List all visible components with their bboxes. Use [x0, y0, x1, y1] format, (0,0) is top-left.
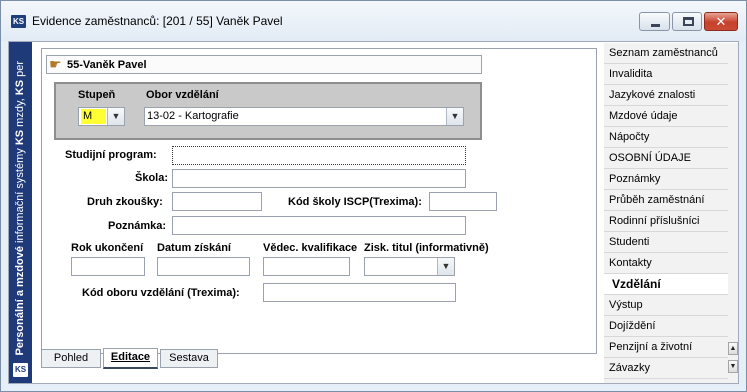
client-area: Personální a mzdové informační systémy K…: [8, 41, 739, 384]
kod-skoly-input[interactable]: [429, 192, 497, 211]
chevron-down-icon[interactable]: ▼: [437, 258, 454, 275]
education-form-panel: ☛ 55-Vaněk Pavel Stupeň Obor vzdělání M …: [41, 48, 597, 354]
sidebar-item-penzijni-a-zivotni[interactable]: Penzijní a životní: [604, 337, 728, 358]
obor-vzdelani-label: Obor vzdělání: [146, 89, 219, 101]
sidebar-item-kontakty[interactable]: Kontakty: [604, 253, 728, 274]
scroll-down-icon[interactable]: ▼: [728, 360, 738, 373]
maximize-icon: [683, 17, 694, 26]
close-icon: ✕: [715, 14, 727, 29]
stupen-select[interactable]: M ▼: [78, 107, 125, 126]
sidebar-item-vystup[interactable]: Výstup: [604, 295, 728, 316]
scroll-up-icon[interactable]: ▲: [728, 342, 738, 355]
sidebar-item-dojizdeni[interactable]: Dojíždění: [604, 316, 728, 337]
tab-pohled[interactable]: Pohled: [41, 349, 101, 368]
product-stripe-text: Personální a mzdové informační systémy K…: [14, 60, 26, 355]
tab-editace[interactable]: Editace: [103, 348, 158, 369]
skola-label: Škola:: [135, 172, 169, 184]
pointing-hand-icon: ☛: [49, 56, 62, 72]
chevron-down-icon[interactable]: ▼: [107, 108, 124, 125]
title-bar[interactable]: KS Evidence zaměstnanců: [201 / 55] Vaně…: [1, 1, 746, 41]
stupen-label: Stupeň: [78, 89, 116, 101]
kod-skoly-label: Kód školy ISCP(Trexima):: [288, 196, 422, 208]
sidebar-item-zavazky[interactable]: Závazky: [604, 358, 728, 379]
zisk-titul-label: Zisk. titul (informativně): [364, 242, 489, 254]
datum-ziskani-label: Datum získání: [157, 242, 231, 254]
zisk-titul-select[interactable]: ▼: [364, 257, 455, 276]
maximize-button[interactable]: [672, 12, 702, 31]
sidebar-item-napocty[interactable]: Nápočty: [604, 127, 728, 148]
product-stripe: Personální a mzdové informační systémy K…: [9, 42, 32, 383]
vedec-kvalifikace-input[interactable]: [263, 257, 350, 276]
vedec-kvalifikace-label: Vědec. kvalifikace: [263, 242, 358, 254]
sidebar-item-poznamky[interactable]: Poznámky: [604, 169, 728, 190]
studijni-program-input[interactable]: [172, 146, 466, 165]
sidebar-item-osobni-udaje[interactable]: OSOBNÍ ÚDAJE: [604, 148, 728, 169]
education-groupbox: Stupeň Obor vzdělání M ▼ 13-02 - Kartogr…: [54, 82, 482, 140]
close-button[interactable]: ✕: [704, 12, 738, 31]
module-sidebar: Seznam zaměstnanců Invalidita Jazykové z…: [604, 43, 738, 383]
sidebar-item-mzdove-udaje[interactable]: Mzdové údaje: [604, 106, 728, 127]
druh-zkousky-input[interactable]: [172, 192, 262, 211]
ks-stripe-logo-icon: KS: [13, 363, 28, 377]
sidebar-item-rodinni-prislusnici[interactable]: Rodinní příslušníci: [604, 211, 728, 232]
rok-ukonceni-input[interactable]: [71, 257, 145, 276]
sidebar-item-jazykove-znalosti[interactable]: Jazykové znalosti: [604, 85, 728, 106]
sidebar-item-vzdelani[interactable]: Vzdělání: [604, 274, 728, 295]
kod-oboru-input[interactable]: [263, 283, 456, 302]
kod-oboru-label: Kód oboru vzdělání (Trexima):: [82, 287, 240, 299]
tab-sestava[interactable]: Sestava: [160, 349, 218, 368]
studijni-program-label: Studijní program:: [65, 149, 157, 161]
datum-ziskani-input[interactable]: [157, 257, 250, 276]
sidebar-item-seznam-zamestnancu[interactable]: Seznam zaměstnanců: [604, 43, 728, 64]
ks-logo-icon[interactable]: KS: [11, 15, 26, 28]
poznamka-input[interactable]: [172, 216, 466, 235]
employee-header: ☛ 55-Vaněk Pavel: [46, 55, 482, 74]
minimize-icon: [651, 24, 660, 27]
druh-zkousky-label: Druh zkoušky:: [87, 196, 163, 208]
sidebar-item-prubeh-zamestnani[interactable]: Průběh zaměstnání: [604, 190, 728, 211]
employee-name: 55-Vaněk Pavel: [67, 59, 147, 71]
window-title: Evidence zaměstnanců: [201 / 55] Vaněk P…: [32, 14, 283, 28]
app-window: KS Evidence zaměstnanců: [201 / 55] Vaně…: [0, 0, 747, 392]
rok-ukonceni-label: Rok ukončení: [71, 242, 144, 254]
stupen-value: M: [81, 109, 106, 124]
obor-vzdelani-select[interactable]: 13-02 - Kartografie ▼: [144, 107, 464, 126]
obor-vzdelani-value: 13-02 - Kartografie: [147, 110, 239, 122]
sidebar-item-invalidita[interactable]: Invalidita: [604, 64, 728, 85]
chevron-down-icon[interactable]: ▼: [446, 108, 463, 125]
minimize-button[interactable]: [639, 12, 670, 31]
sidebar-item-studenti[interactable]: Studenti: [604, 232, 728, 253]
poznamka-label: Poznámka:: [108, 220, 167, 232]
skola-input[interactable]: [172, 169, 466, 188]
